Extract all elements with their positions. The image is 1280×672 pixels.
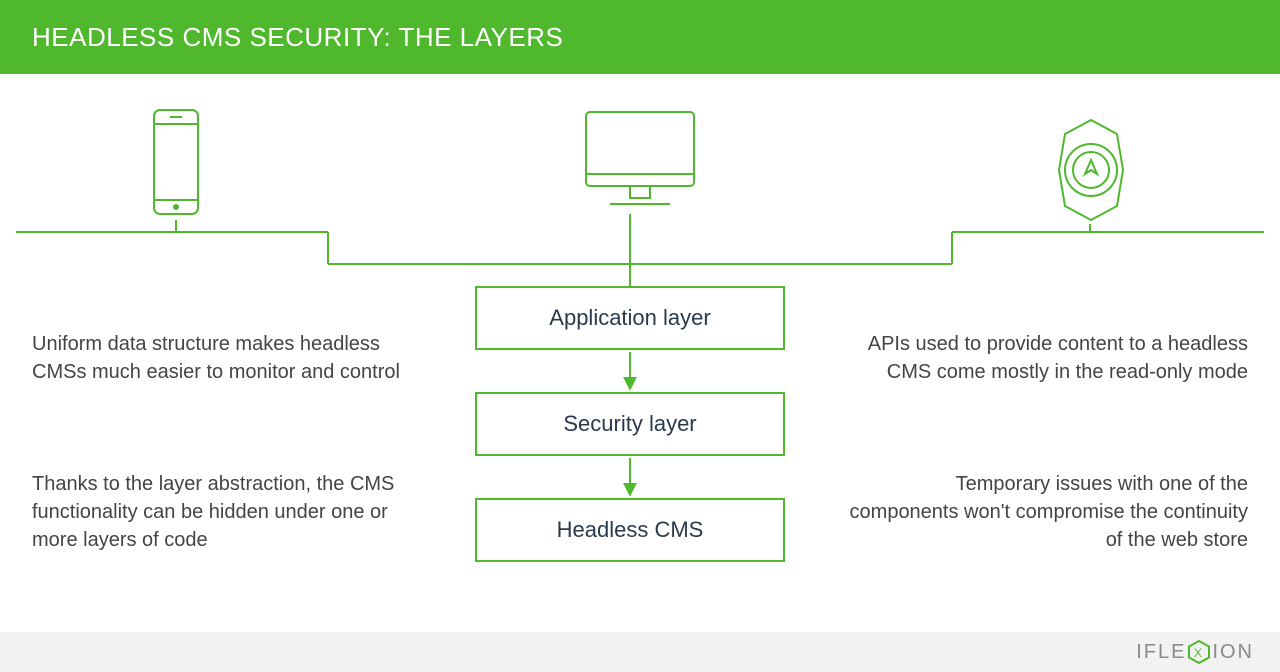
diagram-canvas: Application layer Security layer Headles…	[0, 74, 1280, 632]
logo-text-pre: IFLE	[1136, 641, 1186, 664]
phone-icon	[130, 106, 222, 225]
logo-text-post: ION	[1212, 641, 1254, 664]
application-layer-label: Application layer	[549, 305, 710, 331]
headless-cms-box: Headless CMS	[475, 498, 785, 562]
blurb-right-1: APIs used to provide content to a headle…	[848, 330, 1248, 386]
page: HEADLESS CMS SECURITY: THE LAYERS	[0, 0, 1280, 672]
blurb-left-2: Thanks to the layer abstraction, the CMS…	[32, 470, 432, 554]
watch-icon	[1045, 116, 1137, 229]
monitor-icon	[580, 106, 700, 219]
security-layer-box: Security layer	[475, 392, 785, 456]
application-layer-box: Application layer	[475, 286, 785, 350]
blurb-right-2: Temporary issues with one of the compone…	[848, 470, 1248, 554]
security-layer-label: Security layer	[563, 411, 696, 437]
page-title: HEADLESS CMS SECURITY: THE LAYERS	[32, 22, 563, 53]
logo-hex-icon: X	[1188, 640, 1210, 664]
blurb-left-1: Uniform data structure makes headless CM…	[32, 330, 432, 386]
logo-hex-letter: X	[1194, 646, 1204, 660]
brand-logo: IFLE X ION	[1136, 640, 1254, 664]
header-bar: HEADLESS CMS SECURITY: THE LAYERS	[0, 0, 1280, 74]
headless-cms-label: Headless CMS	[557, 517, 704, 543]
footer-bar: IFLE X ION	[0, 632, 1280, 672]
